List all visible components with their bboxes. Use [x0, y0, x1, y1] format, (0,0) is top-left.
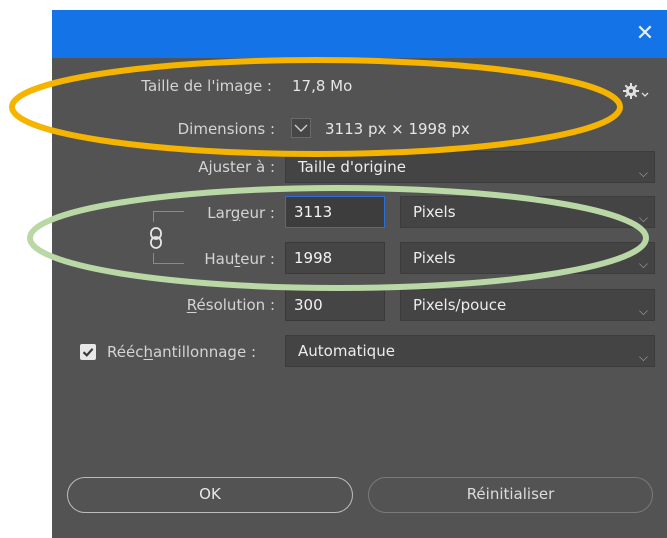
fit-to-value: Taille d'origine — [298, 158, 406, 176]
dimensions-label: Dimensions : — [177, 120, 275, 138]
fit-to-label: Ajuster à : — [198, 158, 275, 176]
resolution-input[interactable]: 300 — [285, 289, 385, 321]
ok-button[interactable]: OK — [67, 477, 353, 513]
title-bar: ✕ — [52, 10, 667, 58]
gear-icon[interactable] — [622, 80, 650, 102]
chevron-down-icon: ⌵ — [638, 304, 648, 318]
image-size-label: Taille de l'image : — [141, 77, 272, 95]
height-unit-select[interactable]: Pixels ⌵ — [400, 242, 655, 274]
resolution-label: Résolution : — [186, 296, 275, 314]
dimensions-units-toggle[interactable] — [291, 118, 311, 138]
width-unit-select[interactable]: Pixels ⌵ — [400, 196, 655, 228]
height-label: Hauteur : — [204, 250, 275, 268]
resolution-unit-value: Pixels/pouce — [413, 296, 507, 314]
resample-checkbox[interactable] — [80, 344, 96, 360]
chevron-down-icon: ⌵ — [638, 211, 648, 225]
fit-to-select[interactable]: Taille d'origine ⌵ — [285, 151, 655, 183]
chevron-down-icon: ⌵ — [638, 350, 648, 364]
resample-value: Automatique — [298, 342, 395, 360]
reset-button[interactable]: Réinitialiser — [368, 477, 653, 513]
dimensions-value: 3113 px × 1998 px — [325, 120, 470, 138]
width-label: Largeur : — [207, 204, 275, 222]
resample-select[interactable]: Automatique ⌵ — [285, 335, 655, 367]
checkmark-icon — [82, 348, 94, 357]
chevron-down-icon: ⌵ — [638, 257, 648, 271]
image-size-dialog: ✕ Taille de l'image : 17,8 Mo Dimensions… — [52, 10, 667, 538]
width-input[interactable]: 3113 — [285, 196, 385, 228]
link-chain-icon[interactable] — [147, 225, 165, 251]
resolution-unit-select[interactable]: Pixels/pouce ⌵ — [400, 289, 655, 321]
chevron-down-icon: ⌵ — [638, 166, 648, 180]
close-icon[interactable]: ✕ — [623, 10, 667, 58]
image-size-value: 17,8 Mo — [292, 77, 353, 95]
height-input[interactable]: 1998 — [285, 242, 385, 274]
width-unit-value: Pixels — [413, 203, 456, 221]
resample-label: Rééchantillonnage : — [107, 343, 257, 361]
height-unit-value: Pixels — [413, 249, 456, 267]
chevron-down-icon — [294, 124, 308, 132]
